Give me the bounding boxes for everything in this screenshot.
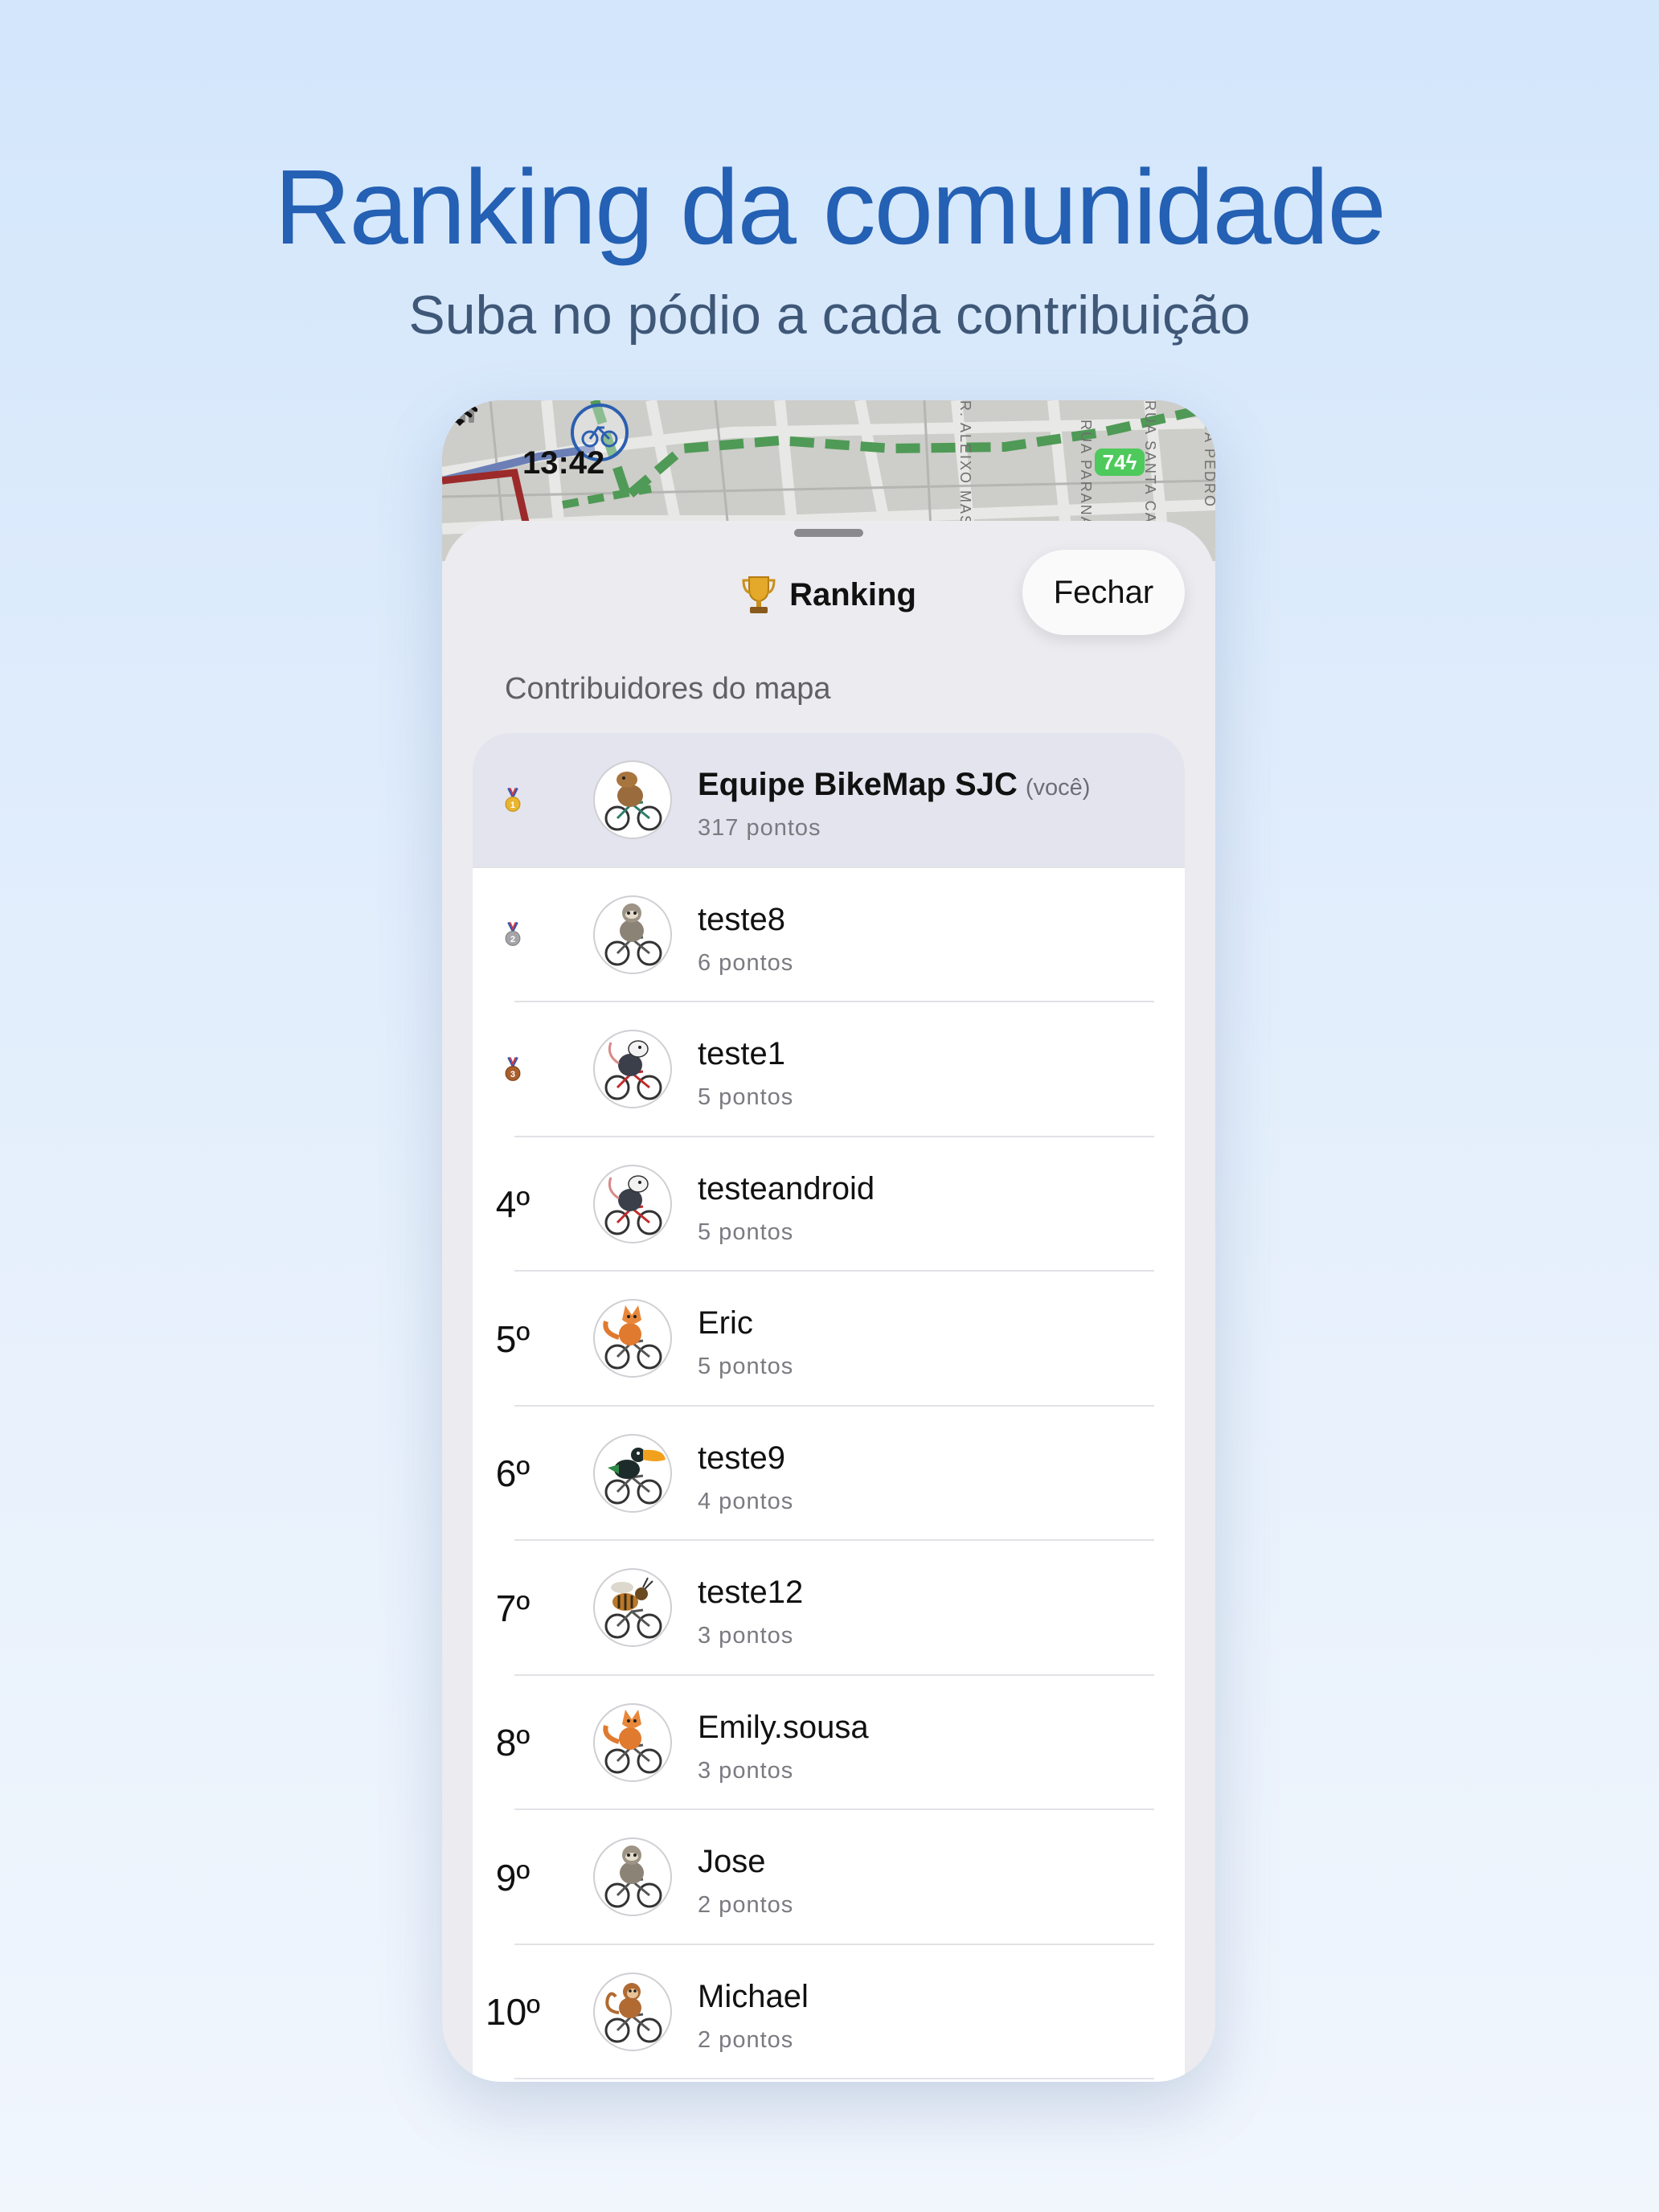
user-points: 3 pontos bbox=[698, 1757, 794, 1784]
opossum-cyclist-icon bbox=[604, 1174, 662, 1235]
sloth-cyclist-icon bbox=[604, 1845, 662, 1908]
you-tag: (você) bbox=[1025, 775, 1091, 801]
ranking-row[interactable]: 6º teste9 4 pontos bbox=[473, 1407, 1185, 1541]
user-name: teste9 bbox=[698, 1440, 785, 1476]
avatar bbox=[593, 1972, 672, 2051]
user-points: 4 pontos bbox=[698, 1488, 794, 1514]
toucan-cyclist-icon bbox=[604, 1447, 666, 1504]
medal-number: 1 bbox=[510, 801, 515, 810]
ranking-row[interactable]: 4º testeandroid 5 pontos bbox=[473, 1137, 1185, 1272]
opossum-cyclist-icon bbox=[604, 1040, 662, 1100]
user-name-text: Equipe BikeMap SJC bbox=[698, 767, 1018, 802]
user-name: Emily.sousa bbox=[698, 1709, 869, 1745]
avatar bbox=[593, 1299, 672, 1378]
sheet-title-text: Ranking bbox=[789, 576, 916, 612]
section-header: Contribuidores do mapa bbox=[505, 672, 831, 706]
street-label: R. ALEIXO MAS bbox=[957, 400, 973, 527]
user-name: Equipe BikeMap SJC (você) bbox=[698, 767, 1090, 803]
phone-frame: R. ALEIXO MAS RUA PARANÁ RUA SANTA CATA … bbox=[442, 400, 1215, 2082]
rank-number: 5º bbox=[495, 1317, 530, 1360]
ranking-list: 1 Equipe BikeMap SJC (você) 317 pontos 2… bbox=[473, 733, 1185, 2082]
rank-number: 7º bbox=[495, 1587, 530, 1629]
fox-cyclist-icon bbox=[603, 1709, 662, 1773]
user-name: teste1 bbox=[698, 1036, 785, 1071]
street-label: RUA PARANÁ bbox=[1078, 420, 1094, 528]
status-time: 13:42 bbox=[522, 445, 605, 481]
user-points: 5 pontos bbox=[698, 1354, 794, 1379]
medal-silver-icon: 2 bbox=[505, 868, 521, 1003]
ranking-row[interactable]: 9º Jose 2 pontos bbox=[473, 1810, 1185, 1945]
avatar bbox=[593, 1030, 672, 1108]
user-name: teste8 bbox=[698, 901, 785, 937]
battery-charging-icon: 74 ϟ bbox=[1095, 449, 1145, 476]
medal-gold-icon: 1 bbox=[505, 733, 521, 868]
avatar bbox=[593, 1702, 672, 1782]
hero-title: Ranking da comunidade bbox=[274, 148, 1387, 266]
ranking-row[interactable]: 2 teste8 6 pontos bbox=[473, 868, 1185, 1003]
close-button[interactable]: Fechar bbox=[1022, 550, 1185, 635]
rank-number: 6º bbox=[495, 1452, 530, 1495]
user-points: 2 pontos bbox=[698, 1892, 794, 1918]
avatar bbox=[593, 1837, 672, 1916]
user-points: 6 pontos bbox=[698, 949, 794, 976]
rank-number: 4º bbox=[495, 1183, 530, 1226]
row-divider bbox=[514, 2078, 1154, 2079]
ranking-row[interactable]: 8º Emily.sousa 3 pontos bbox=[473, 1676, 1185, 1810]
user-name: testeandroid bbox=[698, 1170, 875, 1206]
user-points: 5 pontos bbox=[698, 1084, 794, 1110]
sloth-cyclist-icon bbox=[604, 903, 662, 965]
user-points: 2 pontos bbox=[698, 2026, 794, 2053]
user-points: 317 pontos bbox=[698, 815, 821, 841]
fox-cyclist-icon bbox=[603, 1305, 662, 1370]
hero-subtitle: Suba no pódio a cada contribuição bbox=[408, 285, 1251, 346]
avatar bbox=[593, 1433, 672, 1513]
ranking-row[interactable]: 3 teste1 5 pontos bbox=[473, 1002, 1185, 1137]
ranking-row[interactable]: 10º Michael 2 pontos bbox=[473, 1945, 1185, 2079]
capybara-cyclist-icon bbox=[604, 772, 662, 831]
avatar bbox=[593, 895, 672, 974]
rank-number: 8º bbox=[495, 1722, 530, 1764]
ranking-row[interactable]: 7º teste12 3 pontos bbox=[473, 1541, 1185, 1676]
avatar bbox=[593, 1568, 672, 1647]
rank-number: 9º bbox=[495, 1856, 530, 1899]
street-label: RUA PEDRO bbox=[1202, 408, 1215, 509]
bee-cyclist-icon bbox=[604, 1577, 662, 1639]
medal-number: 2 bbox=[510, 935, 515, 944]
ranking-row[interactable]: 5º Eric 5 pontos bbox=[473, 1272, 1185, 1407]
avatar bbox=[593, 1164, 672, 1243]
medal-bronze-icon: 3 bbox=[505, 1002, 521, 1137]
rank-number: 10º bbox=[485, 1991, 540, 2034]
ranking-sheet: Ranking Fechar Contribuidores do mapa 1 bbox=[442, 521, 1215, 2082]
user-name: Jose bbox=[698, 1844, 766, 1879]
user-points: 5 pontos bbox=[698, 1219, 794, 1245]
medal-number: 3 bbox=[510, 1070, 515, 1079]
user-points: 3 pontos bbox=[698, 1623, 794, 1649]
user-name: Eric bbox=[698, 1305, 753, 1341]
avatar bbox=[593, 760, 672, 839]
battery-level: 74 bbox=[1102, 449, 1126, 474]
monkey-cyclist-icon bbox=[604, 1982, 662, 2042]
user-name: teste12 bbox=[698, 1575, 804, 1610]
trophy-icon bbox=[742, 576, 776, 613]
ranking-row[interactable]: 1 Equipe BikeMap SJC (você) 317 pontos bbox=[473, 733, 1185, 868]
wifi-icon bbox=[442, 400, 477, 426]
sheet-grabber[interactable] bbox=[794, 529, 863, 537]
user-name: Michael bbox=[698, 1978, 809, 2014]
